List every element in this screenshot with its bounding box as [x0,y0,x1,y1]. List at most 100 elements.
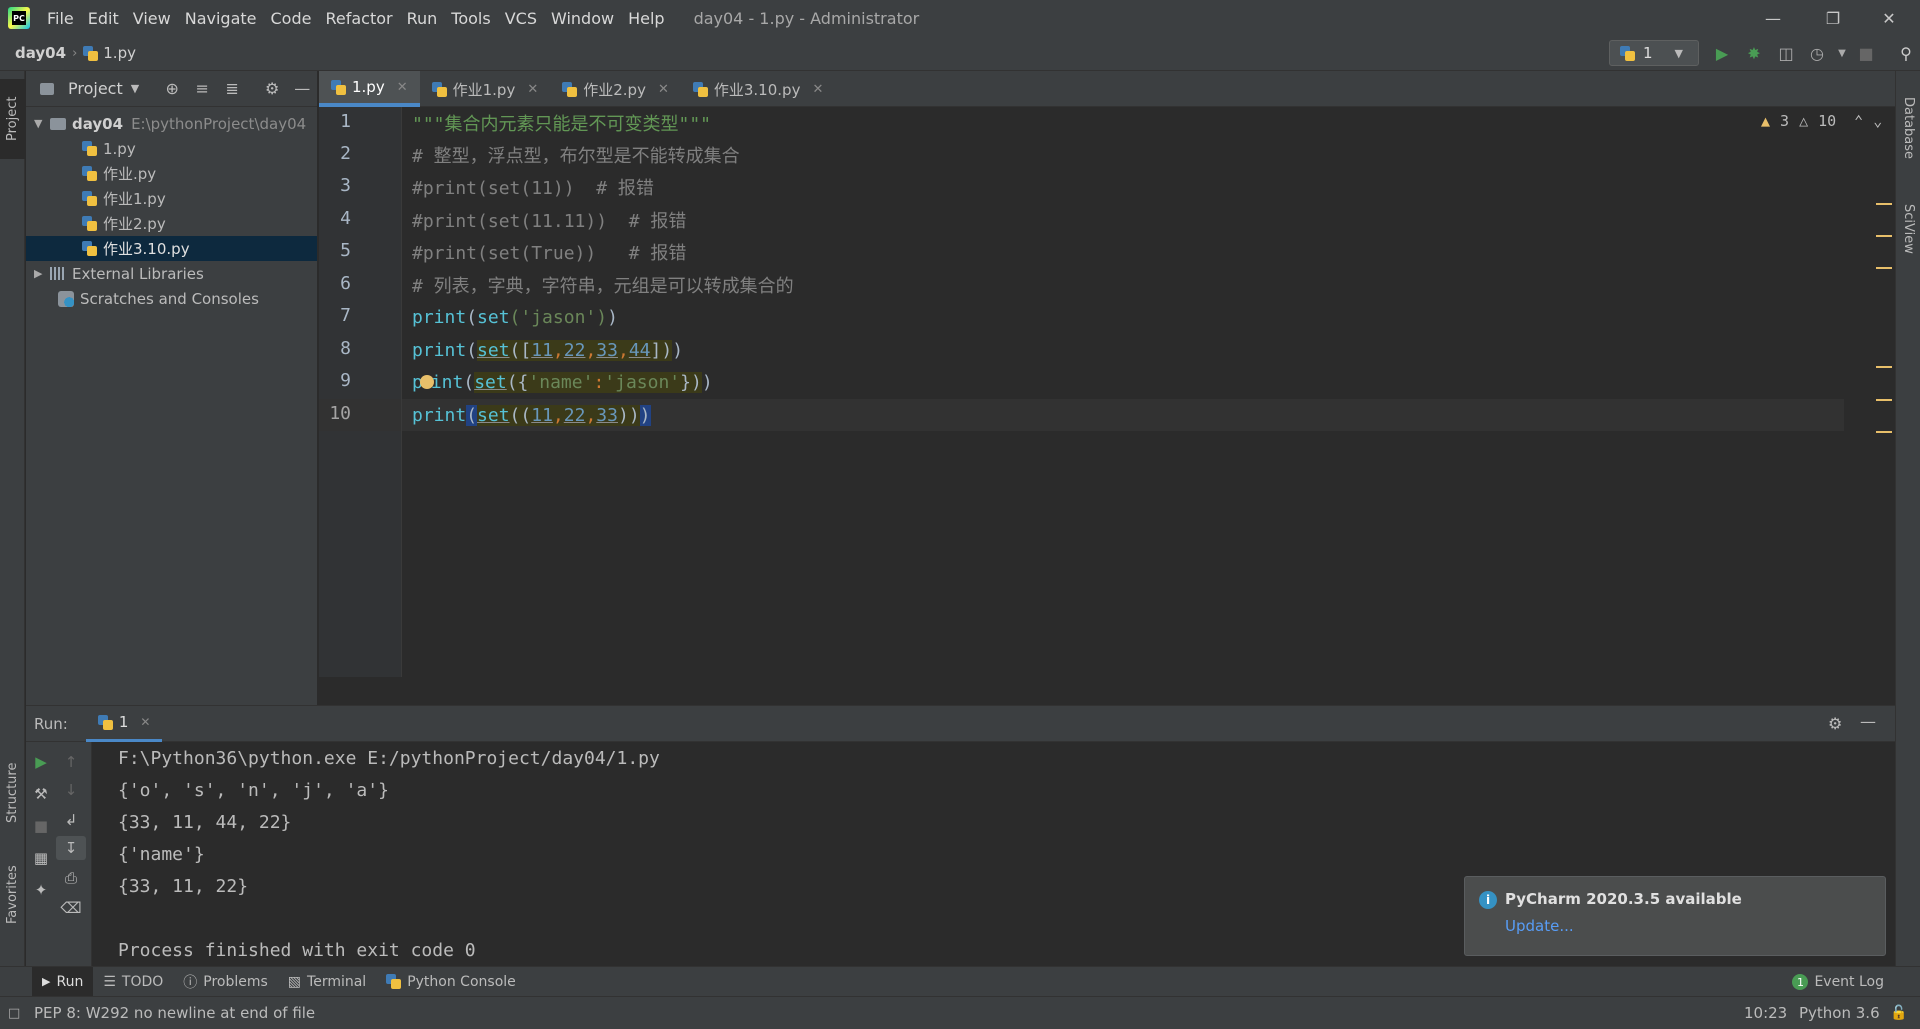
run-tool-button[interactable]: ▶ Run [32,966,94,997]
menu-window[interactable]: Window [544,9,621,28]
menu-file[interactable]: File [40,9,81,28]
previous-highlight-icon[interactable]: ⌃ [1854,112,1863,130]
tree-file-item[interactable]: 作业.py [26,161,317,186]
gear-icon[interactable]: ⚙ [1828,714,1842,733]
menu-vcs[interactable]: VCS [498,9,544,28]
rerun-icon[interactable]: ▶ [26,750,56,774]
terminal-tool-button[interactable]: ▧ Terminal [278,967,376,997]
menu-navigate[interactable]: Navigate [178,9,264,28]
next-highlight-icon[interactable]: ⌄ [1873,112,1882,130]
tree-file-item[interactable]: 作业2.py [26,211,317,236]
warning-count: 3 [1780,112,1790,130]
event-log-button[interactable]: 1 Event Log [1792,967,1884,997]
problems-tool-button[interactable]: ⓘ Problems [173,967,278,997]
warning-marker[interactable] [1876,366,1892,368]
project-tool-tab[interactable]: Project [0,79,25,159]
favorites-tool-tab[interactable]: Favorites [0,855,25,935]
tree-root-folder[interactable]: ▼ day04 E:\pythonProject\day04 [26,111,317,136]
token-bracket: ]) [650,339,673,361]
todo-tool-button[interactable]: ☰ TODO [93,967,173,997]
warning-marker[interactable] [1876,399,1892,401]
warning-marker[interactable] [1876,431,1892,433]
run-tab-1[interactable]: 1 ✕ [85,706,163,742]
stop-icon[interactable]: ■ [1856,43,1876,63]
breadcrumb-file[interactable]: 1.py [83,44,136,62]
editor-tab-zuoye1[interactable]: 作业1.py ✕ [420,71,551,107]
python-interpreter[interactable]: Python 3.6 [1799,1004,1880,1022]
project-root-name: day04 [72,114,124,133]
warning-marker[interactable] [1876,267,1892,269]
code-line-10: print(set((11,22,33))) [412,404,651,426]
database-tool-tab[interactable]: Database [1896,83,1920,173]
python-file-icon [331,79,346,95]
close-tab-icon[interactable]: ✕ [397,80,408,95]
pin-icon[interactable]: ✦ [26,878,56,902]
menu-code[interactable]: Code [264,9,319,28]
editor-tab-1py[interactable]: 1.py ✕ [319,71,420,107]
menu-help[interactable]: Help [621,9,671,28]
gear-icon[interactable]: ⚙ [261,79,283,98]
breadcrumb-project[interactable]: day04 [15,44,66,62]
lock-icon[interactable]: 🔓 [1890,1005,1907,1021]
soft-wrap-icon[interactable]: ↲ [56,808,86,832]
hide-panel-icon[interactable]: — [291,79,313,98]
editor-tab-zuoye310[interactable]: 作业3.10.py ✕ [681,71,835,107]
close-tab-icon[interactable]: ✕ [527,82,538,97]
structure-tool-tab[interactable]: Structure [0,753,25,833]
tree-file-item-selected[interactable]: 作业3.10.py [26,236,317,261]
line-number: 8 [340,338,351,359]
menu-refactor[interactable]: Refactor [318,9,399,28]
token-print-rest: int [430,371,464,393]
collapse-all-icon[interactable]: ≣ [221,79,243,98]
arrow-down-icon[interactable]: ↓ [56,778,86,802]
close-tab-icon[interactable]: ✕ [812,82,823,97]
sciview-tool-tab[interactable]: SciView [1896,189,1920,269]
menu-run[interactable]: Run [400,9,445,28]
hide-panel-icon[interactable]: — [1860,712,1876,731]
caret-position[interactable]: 10:23 [1744,1004,1787,1022]
tree-file-item[interactable]: 1.py [26,136,317,161]
chevron-down-icon[interactable]: ▼ [34,117,50,130]
minimize-button[interactable]: — [1746,0,1800,36]
python-console-tool-button[interactable]: Python Console [376,967,526,997]
close-window-button[interactable]: ✕ [1862,0,1916,36]
run-icon[interactable]: ▶ [1712,43,1732,63]
layout-icon[interactable]: ▦ [26,846,56,870]
chevron-right-icon[interactable]: ▶ [34,267,50,280]
scroll-to-end-icon[interactable]: ↧ [56,836,86,860]
menu-tools[interactable]: Tools [444,9,497,28]
editor-tab-zuoye2[interactable]: 作业2.py ✕ [550,71,681,107]
close-tab-icon[interactable]: ✕ [658,82,669,97]
coverage-icon[interactable]: ◫ [1776,43,1796,63]
warning-marker[interactable] [1876,235,1892,237]
stop-icon[interactable]: ■ [26,814,56,838]
expand-all-icon[interactable]: ≡ [191,79,213,98]
warning-marker[interactable] [1876,203,1892,205]
trash-icon[interactable]: ⌫ [56,896,86,920]
chevron-down-icon[interactable]: ▼ [131,82,139,95]
inspection-widget[interactable]: ▲ 3 △ 10 ⌃ ⌄ [1761,112,1882,130]
console-toolbar: ↑ ↓ ↲ ↧ ⎙ ⌫ [56,742,92,967]
toggle-tool-windows-icon[interactable]: □ [8,1006,20,1021]
tree-external-libraries[interactable]: ▶ External Libraries [26,261,317,286]
profile-icon[interactable]: ◷ [1807,43,1827,63]
close-tab-icon[interactable]: ✕ [140,715,150,729]
more-run-options-icon[interactable]: ▼ [1832,43,1852,63]
update-link[interactable]: Update... [1505,917,1574,935]
debug-icon[interactable]: ✸ [1744,43,1764,63]
update-notification[interactable]: i PyCharm 2020.3.5 available Update... [1464,876,1886,956]
run-configuration-select[interactable]: 1 ▼ [1609,40,1699,66]
print-icon[interactable]: ⎙ [56,866,86,890]
tree-file-item[interactable]: 作业1.py [26,186,317,211]
restore-button[interactable]: ❐ [1806,0,1860,36]
menu-view[interactable]: View [126,9,178,28]
wrench-icon[interactable]: ⚒ [26,782,56,806]
code-editor[interactable]: 1 2 3 4 5 6 7 8 9 10 """集合内元素只能是不可变类型"""… [319,107,1895,705]
locate-file-icon[interactable]: ⊕ [161,79,183,98]
arrow-up-icon[interactable]: ↑ [56,750,86,774]
project-view-select[interactable]: Project [68,79,123,98]
python-file-icon [82,141,97,156]
tree-scratches[interactable]: Scratches and Consoles [26,286,317,311]
search-icon[interactable]: ⚲ [1896,43,1916,63]
menu-edit[interactable]: Edit [81,9,126,28]
